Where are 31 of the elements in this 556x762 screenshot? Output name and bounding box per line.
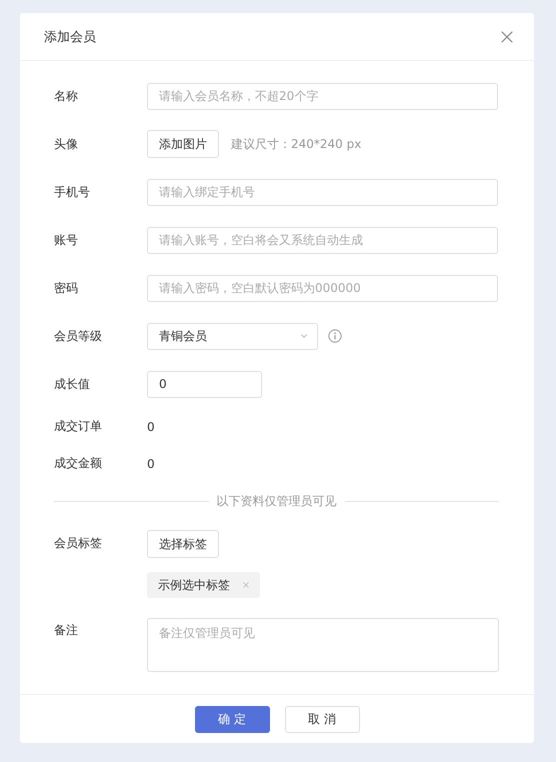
close-button[interactable]	[500, 30, 514, 44]
field-label: 名称	[54, 88, 79, 104]
close-icon	[500, 30, 514, 44]
level-select[interactable]: 青铜会员	[147, 322, 318, 350]
text-input[interactable]: 请输入会员名称，不超20个字	[147, 82, 498, 110]
number-input[interactable]: 0	[147, 370, 262, 398]
field-label: 成交订单	[54, 418, 103, 435]
section-divider-label: 以下资料仅管理员可见	[216, 492, 336, 510]
field-label: 头像	[54, 136, 79, 152]
dialog-title: 添加会员	[44, 28, 96, 46]
field-value: 0	[147, 456, 155, 470]
field-label: 备注	[54, 622, 79, 639]
field-label: 密码	[54, 280, 79, 296]
text-input[interactable]: 请输入账号，空白将会又系统自动生成	[147, 226, 498, 254]
select-tags-button[interactable]: 选择标签	[147, 530, 219, 558]
size-hint: 建议尺寸：240*240 px	[231, 136, 362, 152]
cancel-button[interactable]: 取 消	[284, 706, 360, 732]
field-label: 手机号	[54, 184, 91, 200]
field-label: 成交金额	[54, 455, 103, 472]
remark-textarea[interactable]: 备注仅管理员可见	[147, 618, 499, 672]
confirm-button[interactable]: 确 定	[194, 706, 270, 732]
add-image-button[interactable]: 添加图片	[147, 130, 219, 158]
info-icon	[328, 329, 342, 343]
field-label: 会员等级	[54, 328, 103, 344]
field-value: 0	[147, 420, 155, 434]
field-label: 成长值	[54, 376, 91, 392]
field-label: 账号	[54, 232, 79, 248]
text-input[interactable]: 请输入绑定手机号	[147, 178, 498, 206]
tag-chip: 示例选中标签	[147, 572, 260, 598]
field-label: 会员标签	[54, 535, 103, 552]
text-input[interactable]: 请输入密码，空白默认密码为000000	[147, 274, 498, 302]
